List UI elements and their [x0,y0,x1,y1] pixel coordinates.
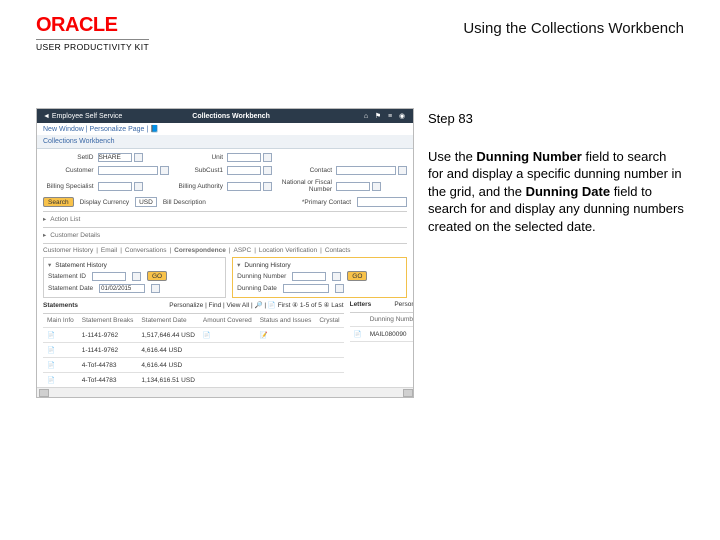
dunning-history-box: ▾Dunning History Dunning Number GO Dunni… [232,257,407,298]
setid-input[interactable]: SHARE [98,153,132,162]
lookup-icon[interactable] [134,182,143,191]
lookup-icon[interactable] [132,272,141,281]
calendar-icon[interactable] [151,284,160,293]
tab-correspondence[interactable]: Correspondence [174,247,226,254]
letters-table: Dunning Number 📄 MAIL080090 11 [350,312,414,342]
table-row[interactable]: 📄4-Tof-447834,616.44 USD [43,358,344,373]
section-customer-details[interactable]: ▸Customer Details [43,227,407,239]
currency-select[interactable]: USD [135,197,157,207]
step-label: Step 83 [428,110,684,128]
app-top-bar: ◄ Employee Self Service Collections Work… [37,109,413,123]
letters-pager[interactable]: Personalize | F [394,301,414,308]
lbl-national: National or Fiscal Number [282,179,333,193]
lookup-icon[interactable] [263,153,272,162]
lookup-icon[interactable] [263,182,272,191]
scroll-left-icon[interactable] [39,389,49,397]
table-row[interactable]: 📄 MAIL080090 11 [350,327,414,342]
table-row[interactable]: 📄1-1141-97621,517,646.44 USD📄📝 [43,328,344,343]
flag-icon[interactable]: ⚑ [373,112,383,120]
lookup-icon[interactable] [332,272,341,281]
statements-pager[interactable]: Personalize | Find | View All | 🔎 | 📄 Fi… [169,301,343,309]
instruction-text: Use the Dunning Number field to search f… [428,148,684,236]
lbl-customer: Customer [43,167,94,174]
lbl-statement-date: Statement Date [48,285,93,292]
unit-input[interactable] [227,153,261,162]
tab-location-verification[interactable]: Location Verification [259,247,317,254]
lookup-icon[interactable] [134,153,143,162]
tab-row: Customer History| Email| Conversations| … [43,243,407,254]
dunning-number-input[interactable] [292,272,326,281]
search-button[interactable]: Search [43,197,74,207]
menu-icon[interactable]: ≡ [385,113,395,120]
lookup-icon[interactable] [398,166,407,175]
brand-subtitle: USER PRODUCTIVITY KIT [36,39,149,52]
filter-grid: SetID SHARE Unit Customer SubCust1 Conta… [43,153,407,193]
home-icon[interactable]: ⌂ [361,113,371,120]
lbl-statement-id: Statement ID [48,273,86,280]
doc-icon[interactable]: 📄 [350,327,366,342]
statements-title: Statements [43,302,78,309]
dunning-date-input[interactable] [283,284,329,293]
section-action-list[interactable]: ▸Action List [43,211,407,223]
collapse-icon[interactable]: ▾ [237,262,240,269]
national-input[interactable] [336,182,370,191]
lbl-dunning-number: Dunning Number [237,273,286,280]
screenshot-frame: ◄ Employee Self Service Collections Work… [36,108,414,398]
go-button[interactable]: GO [147,271,167,281]
lbl-primary-contact: *Primary Contact [302,199,351,206]
statements-table: Main Info Statement Breaks Statement Dat… [43,313,344,398]
letters-title: Letters [350,301,372,308]
subcust-input[interactable] [227,166,261,175]
app-title: Collections Workbench [192,113,270,120]
breadcrumb: Collections Workbench [37,135,413,149]
brand-block: ORACLE USER PRODUCTIVITY KIT [36,14,149,52]
new-window-bar[interactable]: New Window | Personalize Page | 📘 [37,123,413,135]
lbl-subcust: SubCust1 [173,167,224,174]
expand-icon[interactable]: ▸ [43,216,46,223]
tab-email[interactable]: Email [101,247,117,254]
primary-contact-select[interactable] [357,197,407,207]
scroll-right-icon[interactable] [403,389,413,397]
lbl-billingauth: Billing Authority [173,183,224,190]
doc-title: Using the Collections Workbench [463,14,684,37]
lookup-icon[interactable] [160,166,169,175]
billingauth-input[interactable] [227,182,261,191]
collapse-icon[interactable]: ▾ [48,262,51,269]
lookup-icon[interactable] [372,182,381,191]
customer-input[interactable] [98,166,158,175]
go-button[interactable]: GO [347,271,367,281]
expand-icon[interactable]: ▸ [43,232,46,239]
tab-contacts[interactable]: Contacts [325,247,351,254]
contact-input[interactable] [336,166,396,175]
lbl-contact: Contact [282,167,333,174]
calendar-icon[interactable] [335,284,344,293]
lbl-billingspec: Billing Specialist [43,183,94,190]
table-header: Main Info Statement Breaks Statement Dat… [43,314,344,328]
statement-id-input[interactable] [92,272,126,281]
tab-conversations[interactable]: Conversations [125,247,167,254]
tab-aspc[interactable]: ASPC [234,247,252,254]
lbl-unit: Unit [173,154,224,161]
scrollbar-horizontal[interactable] [37,387,413,397]
table-row[interactable]: 📄1-1141-97624,616.44 USD [43,343,344,358]
lookup-icon[interactable] [263,166,272,175]
brand-title: ORACLE [36,14,149,37]
lbl-bill-desc: Bill Description [163,199,206,206]
table-row[interactable]: 📄4-Tof-447831,134,616.51 USD [43,373,344,388]
lbl-display-currency: Display Currency [80,199,130,206]
lbl-setid: SetID [43,154,94,161]
billingspec-input[interactable] [98,182,132,191]
nav-back[interactable]: ◄ Employee Self Service [43,113,122,120]
lbl-dunning-date: Dunning Date [237,285,277,292]
tab-customer-history[interactable]: Customer History [43,247,93,254]
statement-date-input[interactable]: 01/02/2015 [99,284,145,293]
statement-history-box: ▾Statement History Statement ID GO State… [43,257,226,298]
nav-icon[interactable]: ◉ [397,112,407,120]
